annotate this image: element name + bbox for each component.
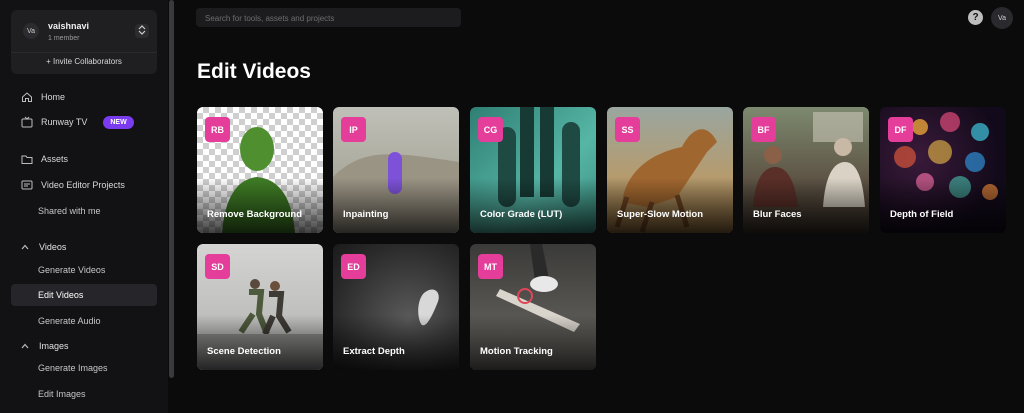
workspace-members: 1 member [48,35,80,42]
card-shade [197,315,323,370]
sidebar-item-home[interactable]: Home [11,86,157,108]
sidebar-item-label: Home [41,92,66,102]
tool-label: Motion Tracking [480,346,553,357]
user-avatar[interactable]: Va [991,7,1013,29]
workspace-avatar: Va [23,23,39,39]
tool-card-inpainting[interactable]: IP Inpainting [333,107,459,233]
sidebar-scrollbar[interactable] [169,0,174,378]
sidebar-item-generate-audio[interactable]: Generate Audio [11,310,157,332]
tool-code-badge: DF [888,117,913,142]
tool-code-badge: RB [205,117,230,142]
app-root: Va vaishnavi 1 member + Invite Collabora… [0,0,1024,413]
sidebar-item-label: Shared with me [38,206,101,216]
chevron-up-icon [21,243,33,252]
film-icon [21,179,33,191]
sidebar-item-label: Generate Audio [38,316,101,326]
tool-code-badge: CG [478,117,503,142]
tool-label: Scene Detection [207,346,281,357]
chevron-updown-icon[interactable] [135,24,149,38]
tv-icon [21,116,33,128]
sidebar-item-label: Runway TV [41,117,88,127]
tool-card-depth-of-field[interactable]: DF Depth of Field [880,107,1006,233]
tool-label: Extract Depth [343,346,405,357]
tool-code-badge: SD [205,254,230,279]
folder-icon [21,153,33,165]
tool-code-badge: BF [751,117,776,142]
search-bar[interactable] [196,8,461,28]
help-button[interactable]: ? [968,10,983,25]
card-shade [333,315,459,370]
card-shade [607,178,733,233]
page-title: Edit Videos [197,60,311,83]
tool-label: Blur Faces [753,209,802,220]
chevron-up-icon [21,342,33,351]
new-badge: NEW [103,115,134,129]
invite-collaborators-button[interactable]: + Invite Collaborators [11,57,157,66]
section-label: Videos [39,242,67,252]
tool-code-badge: SS [615,117,640,142]
tool-code-badge: ED [341,254,366,279]
search-input[interactable] [196,9,461,28]
sidebar-item-label: Assets [41,154,69,164]
sidebar-section-images[interactable]: Images [11,339,69,353]
sidebar-item-label: Video Editor Projects [41,180,125,190]
sidebar-item-runway-tv[interactable]: Runway TV NEW [11,111,157,133]
tool-label: Super-Slow Motion [617,209,704,220]
sidebar-item-generate-images[interactable]: Generate Images [11,357,157,379]
sidebar-item-label: Generate Videos [38,265,106,275]
sidebar: Va vaishnavi 1 member + Invite Collabora… [0,0,168,413]
tool-code-badge: IP [341,117,366,142]
sidebar-item-shared-with-me[interactable]: Shared with me [11,200,157,222]
tool-code-badge: MT [478,254,503,279]
tool-card-color-grade[interactable]: CG Color Grade (LUT) [470,107,596,233]
tool-label: Inpainting [343,209,389,220]
sidebar-item-edit-videos[interactable]: Edit Videos [11,284,157,306]
workspace-switcher[interactable]: Va vaishnavi 1 member + Invite Collabora… [11,10,157,74]
tool-card-blur-faces[interactable]: BF Blur Faces [743,107,869,233]
card-shade [470,178,596,233]
sidebar-item-edit-images[interactable]: Edit Images [11,383,157,405]
tool-label: Depth of Field [890,209,954,220]
tool-label: Color Grade (LUT) [480,209,563,220]
card-shade [470,315,596,370]
card-shade [743,178,869,233]
tool-card-extract-depth[interactable]: ED Extract Depth [333,244,459,370]
card-shade [880,178,1006,233]
tool-card-super-slow-motion[interactable]: SS Super-Slow Motion [607,107,733,233]
sidebar-item-video-editor-projects[interactable]: Video Editor Projects [11,174,157,196]
sidebar-item-generate-videos[interactable]: Generate Videos [11,259,157,281]
card-shade [333,178,459,233]
sidebar-item-label: Edit Videos [38,290,84,300]
workspace-divider [11,52,157,53]
sidebar-item-assets[interactable]: Assets [11,148,157,170]
tool-card-remove-background[interactable]: RB Remove Background [197,107,323,233]
tool-label: Remove Background [207,209,303,220]
tool-card-motion-tracking[interactable]: MT Motion Tracking [470,244,596,370]
home-icon [21,91,33,103]
section-label: Images [39,341,69,351]
workspace-name: vaishnavi [48,21,90,31]
sidebar-item-label: Edit Images [38,389,86,399]
sidebar-section-videos[interactable]: Videos [11,240,66,254]
card-shade [197,178,323,233]
sidebar-item-label: Generate Images [38,363,108,373]
tool-card-scene-detection[interactable]: SD Scene Detection [197,244,323,370]
